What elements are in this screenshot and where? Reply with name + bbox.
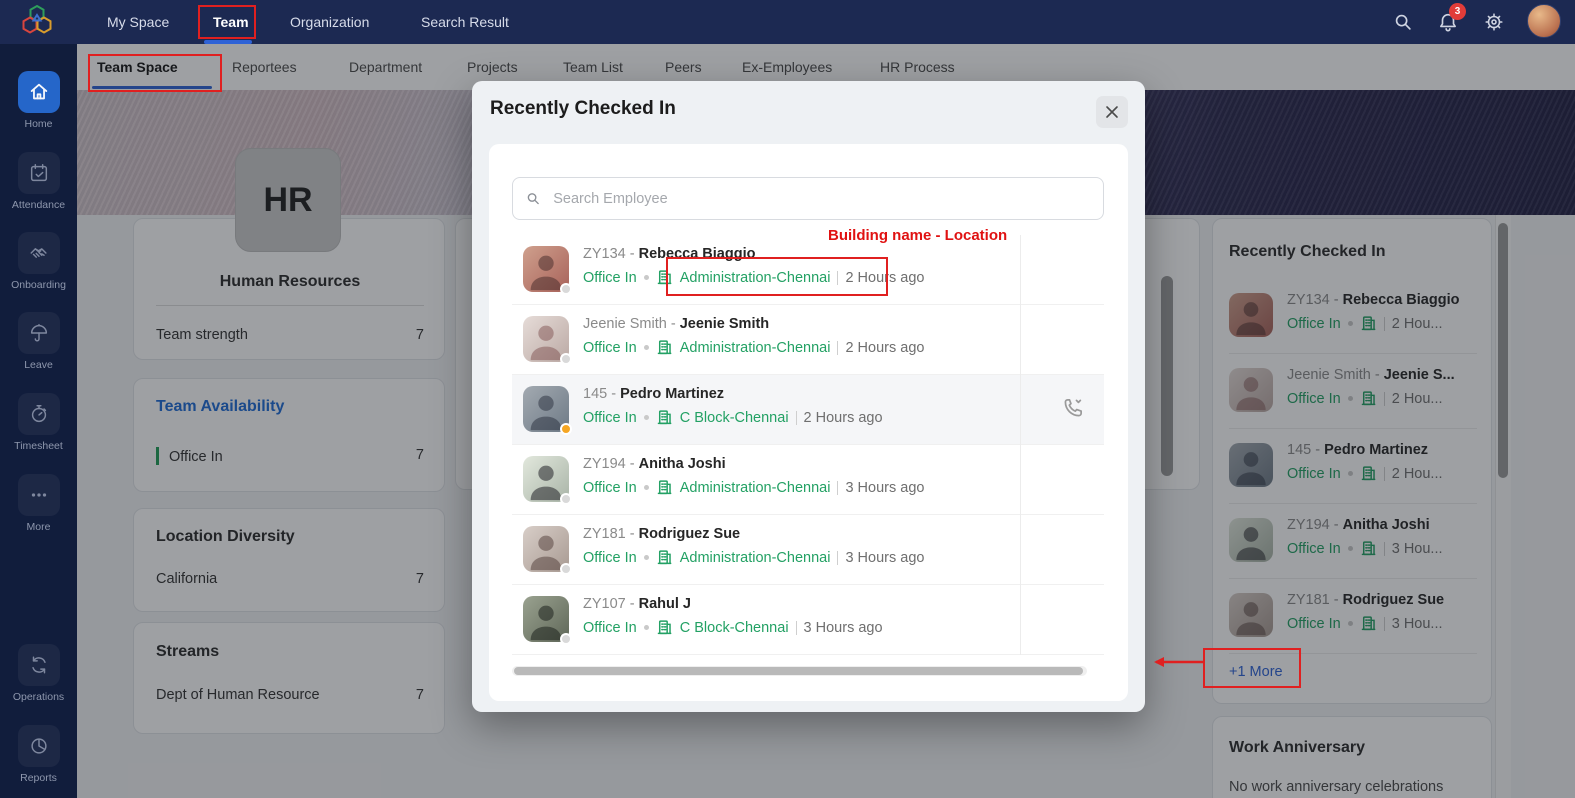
pipe-separator [837,550,839,565]
nav-item-my-space[interactable]: My Space [107,0,169,44]
sidebar-item-more[interactable]: More [0,474,77,533]
dot-separator [643,415,649,420]
dot-separator [643,275,649,280]
sidebar-item-timesheet[interactable]: Timesheet [0,393,77,452]
nav-item-team[interactable]: Team [213,0,249,44]
building-icon [657,550,672,565]
employee-row[interactable]: 145 - Pedro Martinez Office In C Block-C… [512,375,1104,445]
status-dot [560,283,572,295]
avatar [523,596,572,645]
annotation-building-location-label: Building name - Location [828,227,1008,244]
building-icon [657,620,672,635]
building-icon [657,340,672,355]
status-dot [560,563,572,575]
employee-row[interactable]: ZY107 - Rahul J Office In C Block-Chenna… [512,585,1104,655]
status-dot [560,423,572,435]
notification-count-badge: 3 [1449,3,1466,20]
sidebar-item-reports[interactable]: Reports [0,725,77,784]
checkin-location[interactable]: C Block-Chennai [680,410,789,426]
left-sidebar: Home Attendance Onboarding Leave Timeshe… [0,44,77,798]
sidebar-item-attendance[interactable]: Attendance [0,152,77,211]
pipe-separator [837,270,839,285]
modal-hscrollbar-track[interactable] [512,666,1087,676]
sidebar-item-home[interactable]: Home [0,71,77,130]
building-icon [657,270,672,285]
sidebar-item-onboarding[interactable]: Onboarding [0,232,77,291]
checkin-location[interactable]: Administration-Chennai [680,340,831,356]
list-column-divider [1020,235,1021,655]
nav-item-search-result[interactable]: Search Result [421,0,509,44]
employee-row[interactable]: ZY134 - Rebecca Biaggio Office In Admini… [512,235,1104,305]
avatar [523,246,572,295]
onboarding-handshake-icon [17,232,60,274]
modal-title: Recently Checked In [490,98,676,119]
modal-body: ZY134 - Rebecca Biaggio Office In Admini… [489,144,1128,701]
attendance-calendar-icon [17,152,60,194]
employee-search-box [512,177,1104,220]
close-icon[interactable] [1096,96,1128,128]
checkin-location[interactable]: C Block-Chennai [680,620,789,636]
user-avatar[interactable] [1527,4,1561,38]
building-icon [657,480,672,495]
zoho-people-logo-icon[interactable] [18,3,56,46]
avatar [523,456,572,505]
status-dot [560,353,572,365]
call-phone-icon[interactable] [1060,395,1086,426]
pipe-separator [795,620,797,635]
top-navigation-bar: My Space Team Organization Search Result… [0,0,1575,44]
checkin-location[interactable]: Administration-Chennai [680,270,831,286]
dot-separator [643,625,649,630]
timesheet-stopwatch-icon [17,393,60,435]
search-icon [527,193,539,205]
dot-separator [643,345,649,350]
recently-checked-in-modal: Recently Checked In ZY134 - Rebecca Biag… [472,81,1145,712]
checkin-location[interactable]: Administration-Chennai [680,550,831,566]
avatar [523,386,572,435]
more-ellipsis-icon [17,474,60,516]
sidebar-item-operations[interactable]: Operations [0,644,77,703]
reports-pie-chart-icon [17,725,60,767]
dot-separator [643,485,649,490]
search-employee-input[interactable] [551,189,1091,208]
employee-row[interactable]: ZY181 - Rodriguez Sue Office In Administ… [512,515,1104,585]
modal-hscrollbar-thumb[interactable] [514,667,1083,675]
search-icon[interactable] [1392,11,1414,33]
settings-gear-icon[interactable] [1483,11,1505,33]
nav-item-organization[interactable]: Organization [290,0,369,44]
pipe-separator [837,480,839,495]
status-dot [560,633,572,645]
employee-row[interactable]: Jeenie Smith - Jeenie Smith Office In Ad… [512,305,1104,375]
building-icon [657,410,672,425]
employee-row[interactable]: ZY194 - Anitha Joshi Office In Administr… [512,445,1104,515]
pipe-separator [795,410,797,425]
dot-separator [643,555,649,560]
home-icon [17,71,60,113]
leave-umbrella-icon [17,312,60,354]
checkin-location[interactable]: Administration-Chennai [680,480,831,496]
status-dot [560,493,572,505]
operations-sync-icon [17,644,60,686]
avatar [523,526,572,575]
pipe-separator [837,340,839,355]
sidebar-item-leave[interactable]: Leave [0,312,77,371]
app-screen: My Space Team Organization Search Result… [0,0,1575,798]
avatar [523,316,572,365]
